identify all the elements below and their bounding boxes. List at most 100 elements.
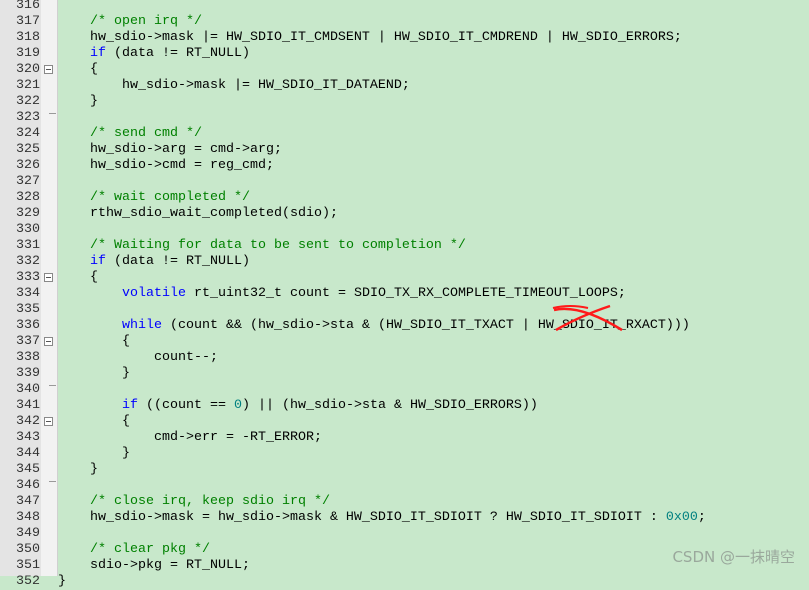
code-line: if ((count == 0) || (hw_sdio->sta & HW_S… [58,398,538,414]
code-line: /* close irq, keep sdio irq */ [58,494,330,510]
code-area[interactable]: /* open irq */ hw_sdio->mask |= HW_SDIO_… [58,0,809,589]
code-text: hw_sdio->mask |= HW_SDIO_IT_DATAEND; [58,78,410,93]
line-number: 339 [16,366,40,381]
line-number: 344 [16,446,40,461]
line-number: 345 [16,462,40,477]
code-text: } [58,462,98,477]
line-number: 326 [16,158,40,173]
line-number: 327 [16,174,40,189]
code-line: /* send cmd */ [58,126,202,142]
code-text: } [58,366,130,381]
line-number: 331 [16,238,40,253]
line-number: 335 [16,302,40,317]
code-line: if (data != RT_NULL) [58,254,250,270]
fold-collapse-icon[interactable] [44,273,53,282]
keyword-token: if [90,254,106,269]
code-text: } [58,94,98,109]
code-line: { [58,270,98,286]
code-line: } [58,462,98,478]
code-text: (data != RT_NULL) [106,46,250,61]
code-line: } [58,94,98,110]
fold-margin [41,0,58,576]
code-text: { [58,334,130,349]
line-number: 347 [16,494,40,509]
code-text: sdio->pkg = RT_NULL; [58,558,250,573]
code-text: rthw_sdio_wait_completed(sdio); [58,206,338,221]
code-text: } [58,446,130,461]
line-number: 325 [16,142,40,157]
line-number: 321 [16,78,40,93]
line-number: 348 [16,510,40,525]
line-number: 333 [16,270,40,285]
code-line: } [58,446,130,462]
fold-collapse-icon[interactable] [44,417,53,426]
code-text: count--; [58,350,218,365]
fold-collapse-icon[interactable] [44,337,53,346]
comment-token: /* send cmd */ [90,126,202,141]
code-line: hw_sdio->arg = cmd->arg; [58,142,282,158]
code-text: { [58,414,130,429]
code-line: hw_sdio->mask |= HW_SDIO_IT_DATAEND; [58,78,410,94]
line-number: 330 [16,222,40,237]
keyword-token: while [122,318,162,333]
code-text: hw_sdio->mask |= HW_SDIO_IT_CMDSENT | HW… [58,30,682,45]
line-number: 316 [16,0,40,13]
code-text: ; [697,510,706,525]
code-line: /* wait completed */ [58,190,250,206]
code-line: count--; [58,350,218,366]
number-token: 0x00 [665,510,698,525]
line-number: 317 [16,14,40,29]
line-number: 340 [16,382,40,397]
code-line: volatile rt_uint32_t count = SDIO_TX_RX_… [58,286,626,302]
code-line: sdio->pkg = RT_NULL; [58,558,250,574]
fold-end-marker [49,481,56,482]
fold-collapse-icon[interactable] [44,65,53,74]
line-number: 329 [16,206,40,221]
line-number: 334 [16,286,40,301]
fold-end-marker [49,385,56,386]
code-line: /* Waiting for data to be sent to comple… [58,238,466,254]
code-line: cmd->err = -RT_ERROR; [58,430,322,446]
code-text: } [58,574,66,589]
comment-token: /* open irq */ [90,14,202,29]
line-number: 324 [16,126,40,141]
line-number: 337 [16,334,40,349]
comment-token: /* wait completed */ [90,190,250,205]
code-text: ) || (hw_sdio->sta & HW_SDIO_ERRORS)) [241,398,538,413]
code-text: hw_sdio->arg = cmd->arg; [58,142,282,157]
line-number: 323 [16,110,40,125]
code-text: (data != RT_NULL) [106,254,250,269]
line-number: 332 [16,254,40,269]
watermark: CSDN @一抹晴空 [672,548,795,566]
keyword-token: volatile [122,286,186,301]
line-number: 319 [16,46,40,61]
fold-end-marker [49,113,56,114]
red-cross-annotation [552,304,623,332]
code-line: { [58,414,130,430]
code-text: ((count == [138,398,234,413]
code-text: hw_sdio->cmd = reg_cmd; [58,158,274,173]
line-number: 342 [16,414,40,429]
code-line: } [58,574,66,590]
code-line: hw_sdio->mask |= HW_SDIO_IT_CMDSENT | HW… [58,30,682,46]
line-number: 349 [16,526,40,541]
line-number: 341 [16,398,40,413]
code-line: } [58,366,130,382]
line-number-gutter: 316 317 318 319 320 321 322 323 324 325 326 327 328 3… [0,0,41,589]
code-text: { [58,270,98,285]
code-text: rt_uint32_t count = SDIO_TX_RX_COMPLETE_… [186,286,626,301]
comment-token: /* close irq, keep sdio irq */ [90,494,330,509]
code-line: /* open irq */ [58,14,202,30]
code-line: hw_sdio->cmd = reg_cmd; [58,158,274,174]
code-line: /* clear pkg */ [58,542,210,558]
line-number: 320 [16,62,40,77]
